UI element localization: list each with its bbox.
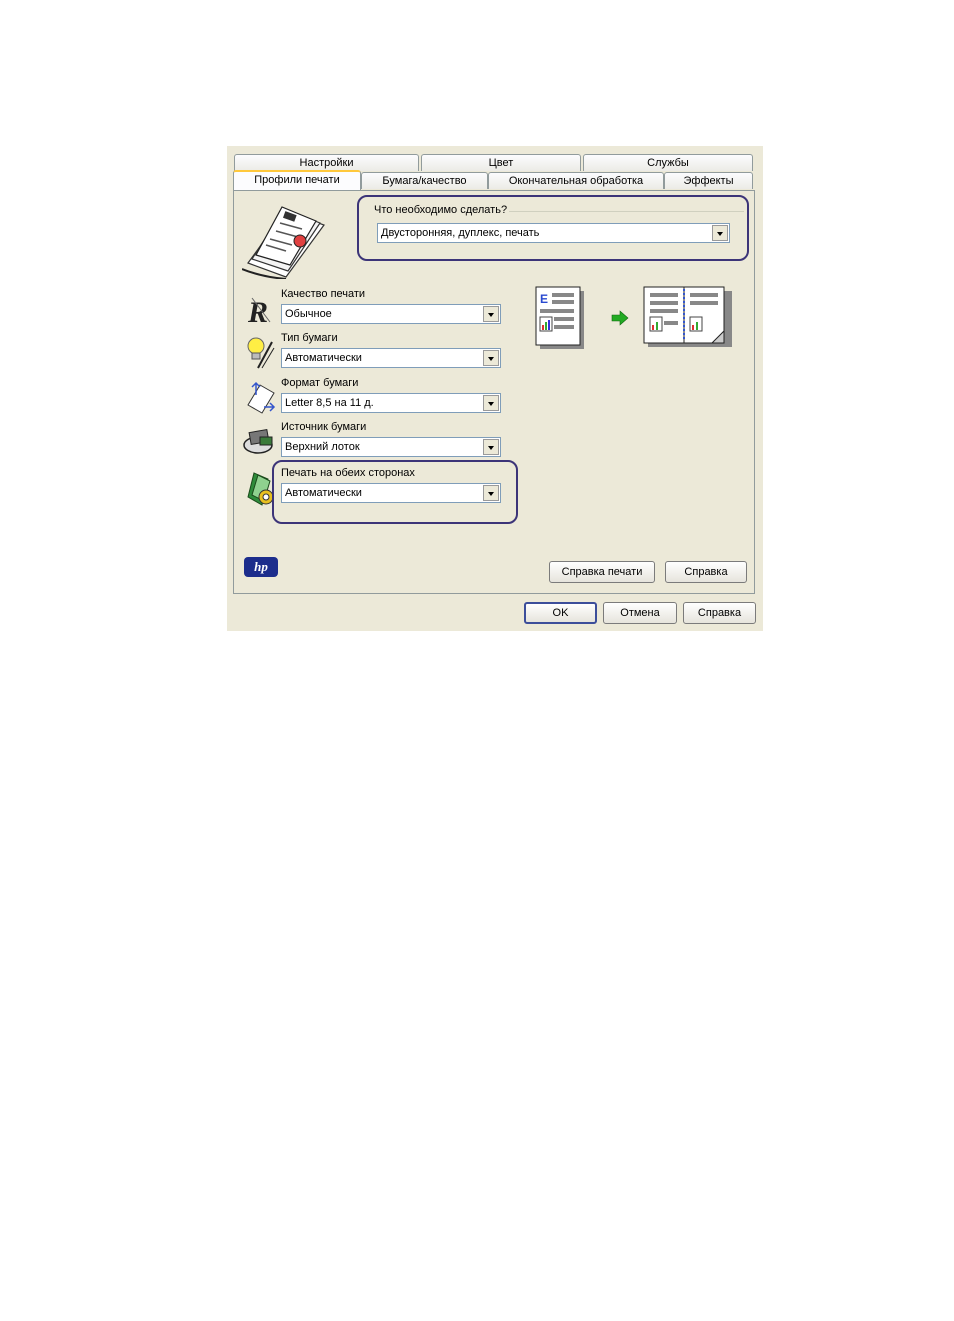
paper-source-select[interactable]: Верхний лоток (281, 437, 501, 457)
tab-finishing[interactable]: Окончательная обработка (488, 172, 664, 189)
help-inner-button[interactable]: Справка (665, 561, 747, 583)
duplex-value: Автоматически (285, 487, 362, 499)
print-quality-value: Обычное (285, 308, 332, 320)
printer-properties-dialog: Настройки Цвет Службы Профили печати Бум… (227, 146, 763, 631)
paper-type-select[interactable]: Автоматически (281, 348, 501, 368)
chevron-down-icon[interactable] (483, 485, 499, 501)
print-quality-label: Качество печати (281, 288, 366, 300)
paper-type-value: Автоматически (285, 352, 362, 364)
paper-source-value: Верхний лоток (285, 441, 360, 453)
chevron-down-icon[interactable] (712, 225, 728, 241)
tab-services[interactable]: Службы (583, 154, 753, 171)
help-button[interactable]: Справка (683, 602, 756, 624)
ok-button[interactable]: OK (524, 602, 597, 624)
chevron-down-icon[interactable] (483, 350, 499, 366)
print-help-button[interactable]: Справка печати (549, 561, 655, 583)
tab-panel: Что необходимо сделать? Двусторонняя, ду… (233, 190, 755, 594)
chevron-down-icon[interactable] (483, 439, 499, 455)
paper-type-icon (247, 337, 275, 369)
tab-effects[interactable]: Эффекты (664, 172, 753, 189)
paper-size-label: Формат бумаги (281, 377, 359, 389)
tab-color[interactable]: Цвет (421, 154, 581, 171)
svg-text:R: R (247, 296, 268, 326)
task-select[interactable]: Двусторонняя, дуплекс, печать (377, 223, 730, 243)
task-select-value: Двусторонняя, дуплекс, печать (381, 227, 540, 239)
paper-source-icon (243, 428, 273, 454)
chevron-down-icon[interactable] (483, 306, 499, 322)
tab-paper-quality[interactable]: Бумага/качество (361, 172, 488, 189)
tab-settings[interactable]: Настройки (234, 154, 419, 171)
task-question-label: Что необходимо сделать? (372, 204, 510, 216)
print-quality-select[interactable]: Обычное (281, 304, 501, 324)
paper-size-select[interactable]: Letter 8,5 на 11 д. (281, 393, 501, 413)
paper-size-value: Letter 8,5 на 11 д. (285, 397, 374, 409)
duplex-label: Печать на обеих сторонах (281, 467, 415, 479)
cancel-button[interactable]: Отмена (603, 602, 677, 624)
duplex-preview-image: E (535, 286, 732, 349)
printing-shortcuts-icon (242, 206, 325, 279)
chevron-down-icon[interactable] (483, 395, 499, 411)
paper-source-label: Источник бумаги (281, 421, 367, 433)
duplex-icon (247, 472, 274, 506)
tab-printing-shortcuts[interactable]: Профили печати (233, 170, 361, 190)
arrow-right-icon (611, 310, 629, 326)
preview-letter: E (540, 292, 548, 306)
paper-size-icon (247, 381, 276, 414)
duplex-select[interactable]: Автоматически (281, 483, 501, 503)
print-quality-icon: R (247, 296, 271, 326)
hp-logo: hp (244, 557, 278, 577)
paper-type-label: Тип бумаги (281, 332, 338, 344)
